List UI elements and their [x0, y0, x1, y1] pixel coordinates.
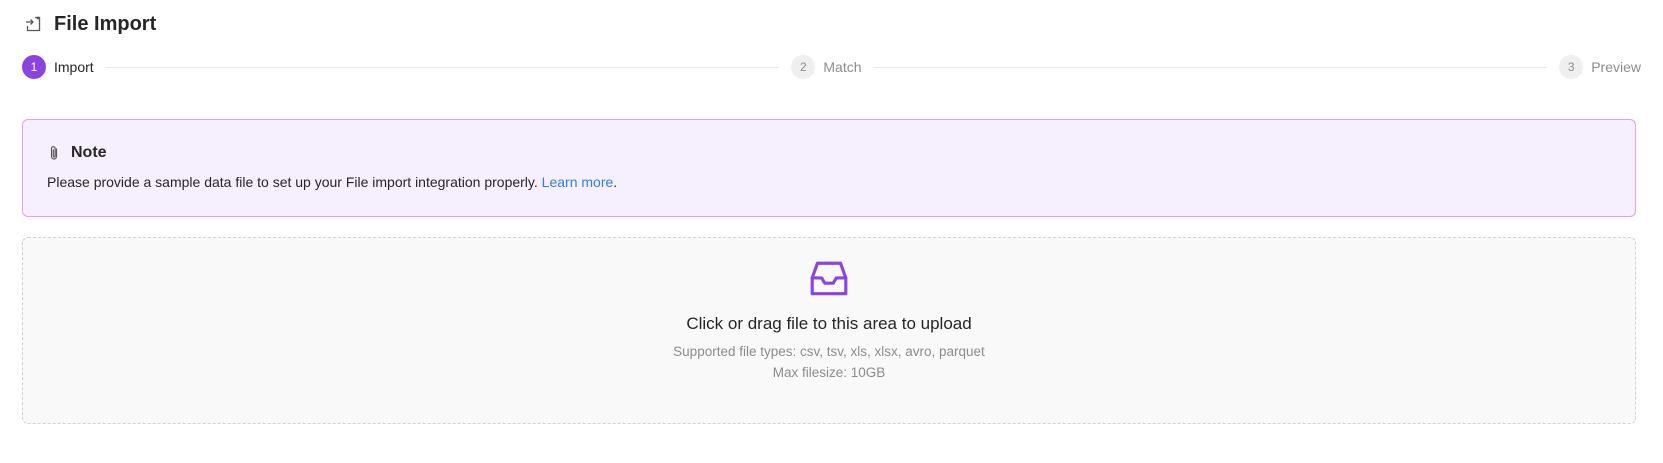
- paperclip-icon: [47, 145, 61, 161]
- max-filesize: Max filesize: 10GB: [772, 365, 886, 380]
- upload-title: Click or drag file to this area to uploa…: [686, 314, 972, 333]
- import-icon: [24, 15, 42, 33]
- learn-more-link[interactable]: Learn more: [542, 174, 614, 190]
- page-header: File Import: [24, 10, 156, 38]
- step-import[interactable]: 1 Import: [22, 55, 94, 79]
- import-stepper: 1 Import 2 Match 3 Preview: [22, 55, 1641, 79]
- step-label: Import: [54, 59, 94, 75]
- step-connector: [105, 66, 780, 68]
- step-number: 3: [1559, 55, 1584, 79]
- file-upload-dropzone[interactable]: Click or drag file to this area to uploa…: [22, 237, 1636, 424]
- step-label: Match: [823, 59, 862, 75]
- note-suffix: .: [613, 174, 618, 190]
- step-match[interactable]: 2 Match: [791, 55, 862, 79]
- inbox-icon: [810, 261, 848, 296]
- step-number: 1: [22, 55, 46, 79]
- step-connector: [873, 66, 1548, 68]
- note-text: Please provide a sample data file to set…: [47, 174, 538, 190]
- page-title: File Import: [54, 12, 157, 35]
- note-header: Note: [47, 142, 1611, 164]
- supported-file-types: Supported file types: csv, tsv, xls, xls…: [673, 344, 985, 359]
- note-banner: Note Please provide a sample data file t…: [22, 119, 1636, 217]
- note-message: Please provide a sample data file to set…: [47, 174, 1611, 190]
- step-preview[interactable]: 3 Preview: [1559, 55, 1641, 79]
- note-title: Note: [71, 144, 107, 161]
- step-number: 2: [791, 55, 816, 79]
- step-label: Preview: [1591, 59, 1642, 75]
